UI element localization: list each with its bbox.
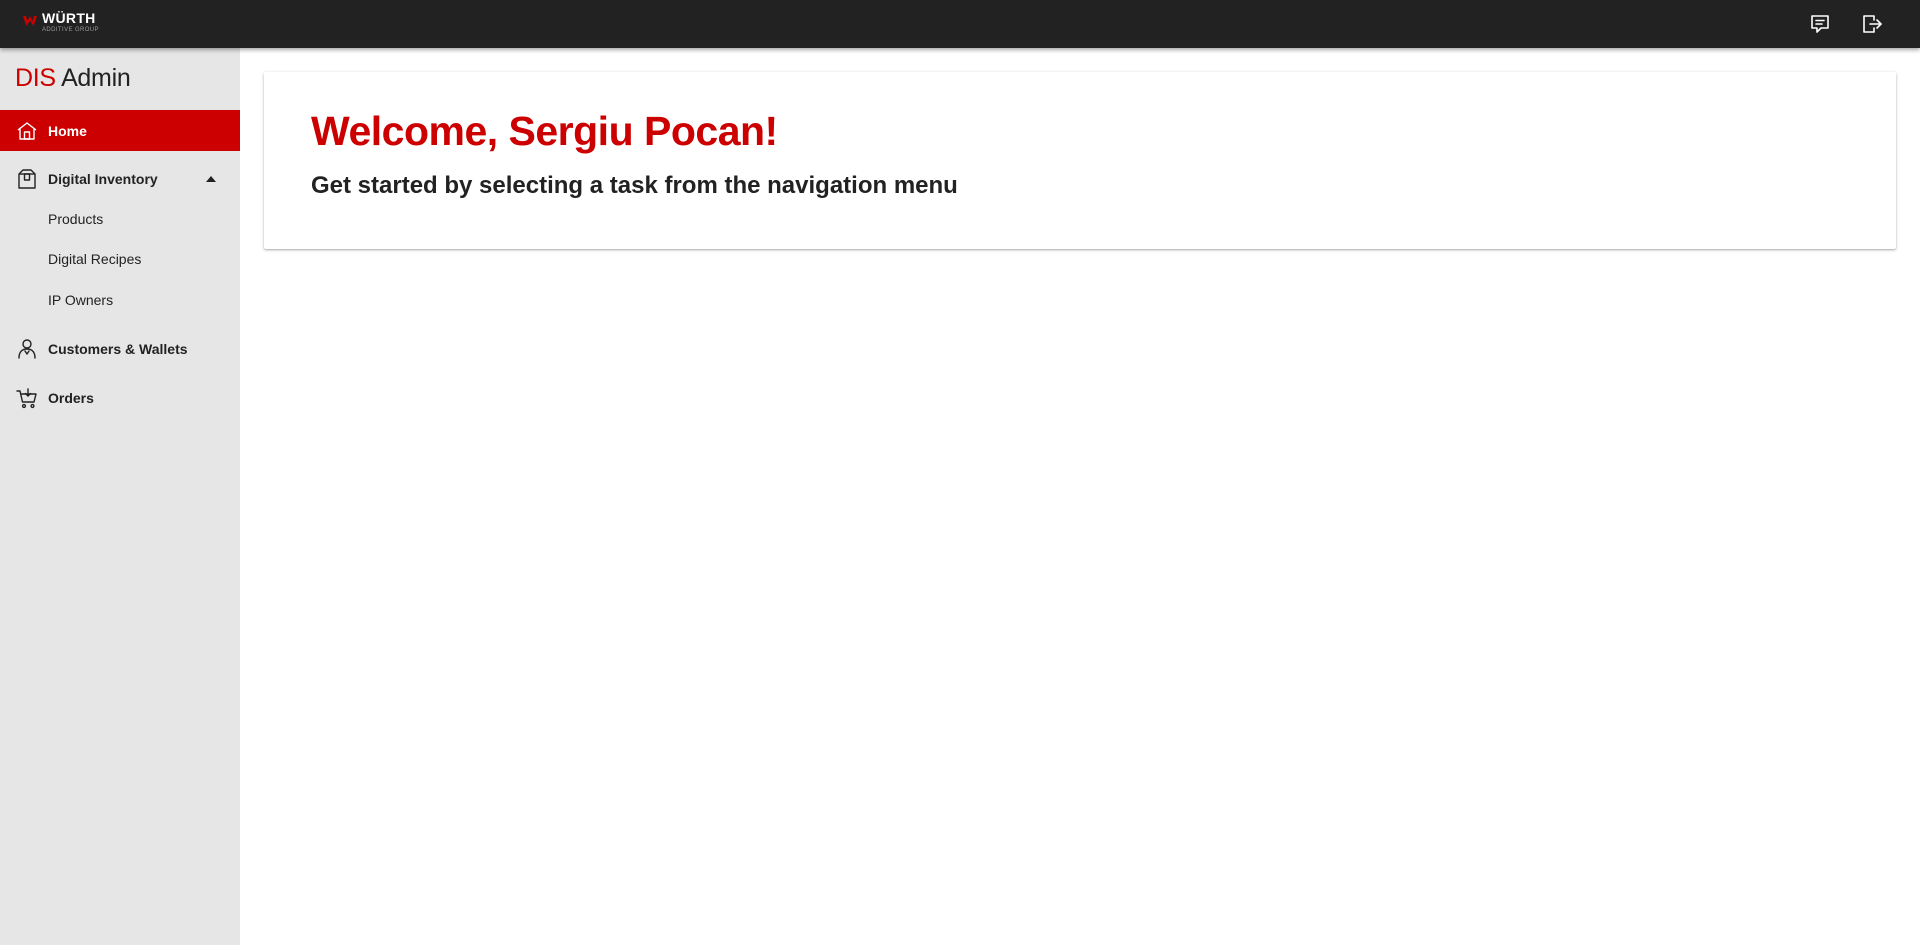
brand-admin: Admin bbox=[61, 64, 131, 92]
brand-dis: DIS bbox=[15, 64, 56, 92]
sidebar-subitem-label: IP Owners bbox=[48, 292, 114, 308]
home-icon bbox=[16, 120, 38, 142]
page-title: Welcome, Sergiu Pocan! bbox=[311, 108, 778, 154]
page-subtitle: Get started by selecting a task from the… bbox=[311, 172, 958, 199]
sidebar-item-orders[interactable]: Orders bbox=[0, 377, 240, 418]
chevron-up-icon[interactable] bbox=[206, 175, 216, 182]
logout-icon[interactable] bbox=[1860, 12, 1884, 36]
sidebar-subitem-products[interactable]: Products bbox=[0, 204, 240, 234]
wurth-logo-mark bbox=[23, 16, 37, 26]
user-icon bbox=[16, 338, 38, 360]
sidebar-item-label: Customers & Wallets bbox=[48, 340, 188, 357]
sidebar-item-home[interactable]: Home bbox=[0, 110, 240, 151]
sidebar-item-label: Orders bbox=[48, 389, 94, 406]
logo-subtitle: ADDITIVE GROUP bbox=[42, 27, 99, 33]
app-brand: DIS Admin bbox=[15, 64, 131, 93]
sidebar-item-label: Digital Inventory bbox=[48, 170, 158, 187]
feedback-icon[interactable] bbox=[1808, 12, 1832, 36]
sidebar: DIS Admin Home Digital Inventory Product… bbox=[0, 48, 240, 945]
sidebar-subitem-label: Products bbox=[48, 211, 104, 227]
wurth-logo[interactable]: WÜRTH ADDITIVE GROUP bbox=[22, 11, 99, 37]
top-bar: WÜRTH ADDITIVE GROUP bbox=[0, 0, 1920, 48]
box-icon bbox=[16, 168, 38, 190]
welcome-card: Welcome, Sergiu Pocan! Get started by se… bbox=[264, 72, 1896, 249]
sidebar-subitem-label: Digital Recipes bbox=[48, 251, 142, 267]
sidebar-subitem-ip-owners[interactable]: IP Owners bbox=[0, 285, 240, 315]
logo-name: WÜRTH bbox=[42, 10, 96, 26]
sidebar-item-label: Home bbox=[48, 122, 87, 139]
sidebar-item-digital-inventory[interactable]: Digital Inventory bbox=[0, 158, 240, 199]
cart-icon bbox=[16, 387, 38, 409]
sidebar-item-customers-wallets[interactable]: Customers & Wallets bbox=[0, 328, 240, 369]
sidebar-subitem-digital-recipes[interactable]: Digital Recipes bbox=[0, 244, 240, 274]
